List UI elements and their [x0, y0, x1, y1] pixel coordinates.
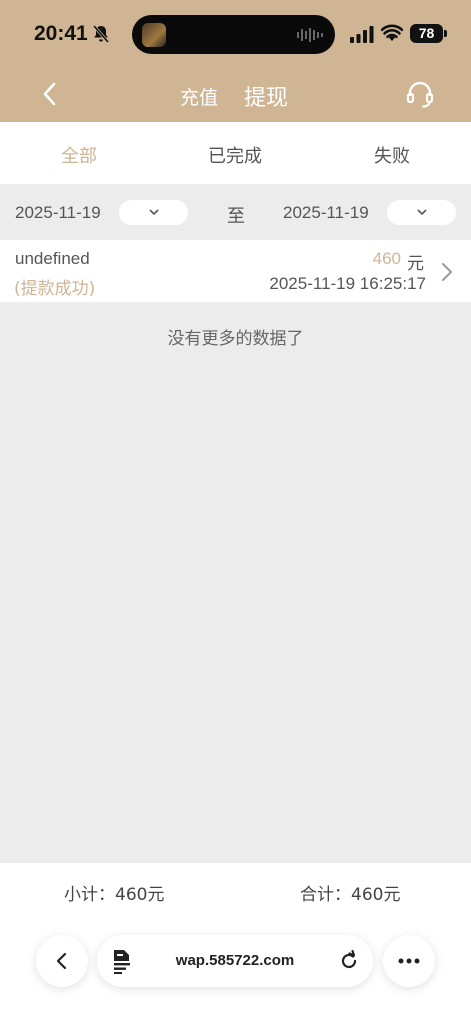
- more-dots-icon: [398, 958, 420, 964]
- cellular-signal-icon: [350, 26, 374, 43]
- address-bar[interactable]: wap.585722.com: [97, 935, 373, 987]
- tab-withdraw[interactable]: 提现: [244, 80, 288, 112]
- now-playing-artwork: [142, 23, 166, 47]
- reload-icon[interactable]: [337, 949, 361, 973]
- dynamic-island: [132, 15, 335, 54]
- record-currency-unit: 元: [407, 254, 424, 274]
- total: 合计：460元: [300, 885, 401, 905]
- subtotal: 小计：460元: [64, 885, 165, 905]
- tab-recharge[interactable]: 充值: [180, 83, 218, 110]
- back-arrow-icon[interactable]: [38, 80, 64, 108]
- url-text: wap.585722.com: [175, 952, 295, 969]
- chevron-down-icon: [417, 209, 427, 216]
- filter-tab-completed[interactable]: 已完成: [208, 142, 262, 168]
- status-time: 20:41: [34, 22, 88, 45]
- wifi-icon: [381, 24, 403, 41]
- top-banner: 20:41 78 充值 提现: [0, 0, 471, 122]
- bell-slash-icon: [92, 25, 110, 43]
- end-date-dropdown[interactable]: [387, 200, 456, 225]
- status-bar: 20:41 78: [0, 0, 471, 66]
- record-status: (提款成功): [14, 279, 96, 299]
- list-item[interactable]: undefined (提款成功) 460 元 2025-11-19 16:25:…: [0, 240, 471, 302]
- nav-header: 充值 提现: [0, 66, 471, 122]
- status-filter-tabs: 全部 已完成 失败: [0, 122, 471, 184]
- audio-wave-icon: [297, 28, 323, 42]
- no-more-data-message: 没有更多的数据了: [167, 329, 304, 349]
- start-date[interactable]: 2025-11-19: [15, 203, 101, 223]
- start-date-dropdown[interactable]: [119, 200, 188, 225]
- battery-indicator: 78: [410, 24, 447, 43]
- browser-back-button[interactable]: [36, 935, 88, 987]
- record-amount: 460: [372, 249, 401, 268]
- end-date[interactable]: 2025-11-19: [283, 203, 369, 223]
- record-time: 2025-11-19 16:25:17: [269, 274, 426, 293]
- browser-toolbar: wap.585722.com: [0, 935, 471, 991]
- filter-tab-all[interactable]: 全部: [61, 142, 97, 168]
- chevron-down-icon: [149, 209, 159, 216]
- customer-service-headset-icon[interactable]: [405, 79, 435, 109]
- filter-tab-failed[interactable]: 失败: [374, 142, 410, 168]
- chevron-right-icon: [442, 263, 453, 281]
- browser-more-button[interactable]: [383, 935, 435, 987]
- record-name: undefined: [15, 249, 90, 268]
- back-arrow-icon: [56, 952, 67, 970]
- date-range-row: 2025-11-19 至 2025-11-19: [0, 184, 471, 240]
- date-separator: 至: [227, 206, 245, 227]
